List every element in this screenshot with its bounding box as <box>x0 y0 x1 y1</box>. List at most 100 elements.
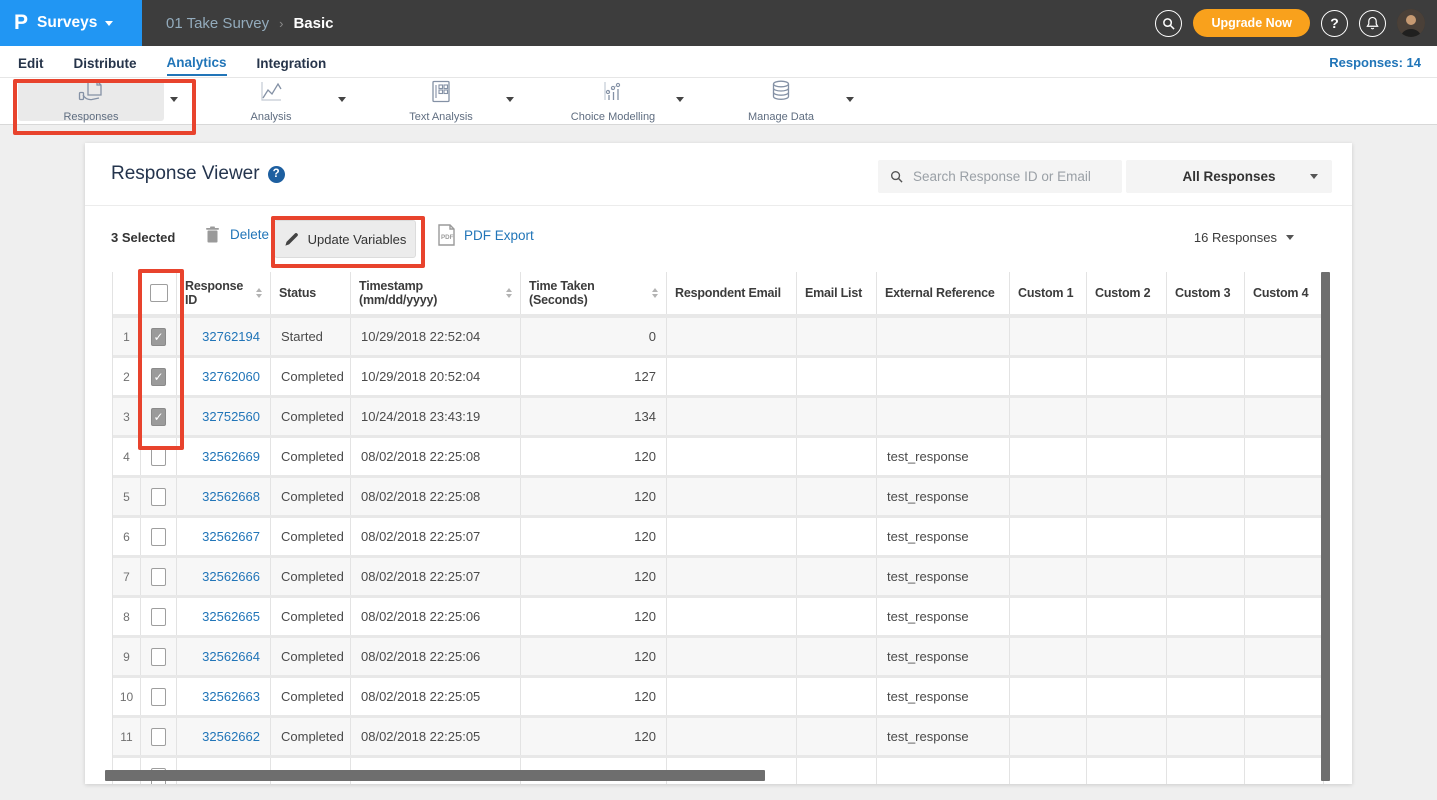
analysis-dropdown-caret[interactable] <box>338 97 346 102</box>
row-checkbox[interactable] <box>151 688 166 706</box>
column-header-response_id[interactable]: Response ID <box>177 272 271 314</box>
cell-respondent_email <box>667 478 797 515</box>
cell-response_id[interactable]: 32562668 <box>177 478 271 515</box>
responses-count: Responses: 14 <box>1329 46 1421 78</box>
search-icon[interactable] <box>1155 10 1182 37</box>
cell-response_id[interactable]: 32562666 <box>177 558 271 595</box>
cell-timestamp: 08/02/2018 22:25:07 <box>351 518 521 555</box>
cell-check: ✓ <box>141 358 177 395</box>
cell-response_id[interactable]: 32752560 <box>177 398 271 435</box>
cell-custom1 <box>1010 398 1087 435</box>
cell-status: Completed <box>271 438 351 475</box>
toolbar-group-text-analysis[interactable]: Text Analysis <box>368 81 514 121</box>
cell-custom1 <box>1010 718 1087 755</box>
toolbar-group-choice-modelling[interactable]: Choice Modelling <box>540 81 686 121</box>
toolbar-group-analysis[interactable]: Analysis <box>198 81 344 121</box>
cell-num: 4 <box>113 438 141 475</box>
row-checkbox[interactable]: ✓ <box>151 408 166 426</box>
cell-time_taken: 0 <box>521 318 667 355</box>
delete-button[interactable]: Delete <box>205 226 269 243</box>
help-icon[interactable]: ? <box>1321 10 1348 37</box>
nav-item-integration[interactable]: Integration <box>257 50 327 75</box>
upgrade-now-button[interactable]: Upgrade Now <box>1193 9 1310 37</box>
response-filter-dropdown[interactable]: All Responses <box>1126 160 1332 193</box>
table-row: 632562667Completed08/02/2018 22:25:07120… <box>113 518 1324 558</box>
cell-custom2 <box>1087 598 1167 635</box>
cell-respondent_email <box>667 398 797 435</box>
text-analysis-dropdown-caret[interactable] <box>506 97 514 102</box>
cell-num: 6 <box>113 518 141 555</box>
column-header-label: Response ID <box>185 279 250 307</box>
row-checkbox[interactable]: ✓ <box>151 368 166 386</box>
cell-external_reference: test_response <box>877 718 1010 755</box>
breadcrumb-current: Basic <box>293 15 333 32</box>
cell-response_id[interactable]: 32762194 <box>177 318 271 355</box>
horizontal-scrollbar[interactable] <box>105 770 765 781</box>
row-checkbox[interactable] <box>151 528 166 546</box>
cell-external_reference: test_response <box>877 478 1010 515</box>
cell-num: 7 <box>113 558 141 595</box>
response-search <box>878 160 1122 193</box>
cell-response_id[interactable]: 32562669 <box>177 438 271 475</box>
choice-modelling-dropdown-caret[interactable] <box>676 97 684 102</box>
vertical-scrollbar[interactable] <box>1321 272 1330 781</box>
nav-item-distribute[interactable]: Distribute <box>74 50 137 75</box>
sort-icon[interactable] <box>652 288 658 298</box>
row-checkbox[interactable] <box>151 488 166 506</box>
cell-custom3 <box>1167 678 1245 715</box>
cell-response_id[interactable]: 32762060 <box>177 358 271 395</box>
pencil-icon <box>284 232 299 247</box>
toolbar-group-responses[interactable]: Responses <box>18 81 164 121</box>
update-variables-button[interactable]: Update Variables <box>274 220 416 258</box>
cell-external_reference <box>877 758 1010 784</box>
responses-dropdown-caret[interactable] <box>170 97 178 102</box>
update-variables-label: Update Variables <box>308 232 407 247</box>
cell-respondent_email <box>667 318 797 355</box>
user-avatar[interactable] <box>1397 9 1425 37</box>
pdf-export-button[interactable]: PDF PDF Export <box>437 224 534 246</box>
cell-num: 8 <box>113 598 141 635</box>
column-header-time_taken[interactable]: Time Taken (Seconds) <box>521 272 667 314</box>
column-header-timestamp[interactable]: Timestamp (mm/dd/yyyy) <box>351 272 521 314</box>
manage-data-dropdown-caret[interactable] <box>846 97 854 102</box>
sort-icon[interactable] <box>256 288 262 298</box>
cell-custom1 <box>1010 438 1087 475</box>
toolbar-group-manage-data[interactable]: Manage Data <box>708 81 854 121</box>
cell-timestamp: 08/02/2018 22:25:07 <box>351 558 521 595</box>
cell-check <box>141 598 177 635</box>
column-header-external_reference: External Reference <box>877 272 1010 314</box>
row-checkbox[interactable]: ✓ <box>151 328 166 346</box>
product-menu[interactable]: P Surveys <box>0 0 142 46</box>
cell-respondent_email <box>667 358 797 395</box>
column-header-status: Status <box>271 272 351 314</box>
breadcrumb-survey-name[interactable]: 01 Take Survey <box>166 15 269 32</box>
cell-respondent_email <box>667 518 797 555</box>
row-checkbox[interactable] <box>151 608 166 626</box>
cell-response_id[interactable]: 32562663 <box>177 678 271 715</box>
row-checkbox[interactable] <box>151 448 166 466</box>
cell-response_id[interactable]: 32562667 <box>177 518 271 555</box>
sort-icon[interactable] <box>506 288 512 298</box>
cell-respondent_email <box>667 638 797 675</box>
cell-response_id[interactable]: 32562665 <box>177 598 271 635</box>
product-menu-label: Surveys <box>37 14 97 32</box>
cell-time_taken: 120 <box>521 638 667 675</box>
viewer-help-icon[interactable]: ? <box>268 166 285 183</box>
cell-email_list <box>797 718 877 755</box>
nav-item-edit[interactable]: Edit <box>18 50 44 75</box>
cell-response_id[interactable]: 32562662 <box>177 718 271 755</box>
select-all-checkbox[interactable] <box>150 284 168 302</box>
notifications-bell-icon[interactable] <box>1359 10 1386 37</box>
page-title: Response Viewer <box>111 163 260 185</box>
cell-response_id[interactable]: 32562664 <box>177 638 271 675</box>
cell-custom3 <box>1167 638 1245 675</box>
row-checkbox[interactable] <box>151 568 166 586</box>
row-checkbox[interactable] <box>151 648 166 666</box>
row-checkbox[interactable] <box>151 728 166 746</box>
responses-count-dropdown[interactable]: 16 Responses <box>1194 230 1294 245</box>
search-input[interactable] <box>911 168 1105 185</box>
cell-num: 1 <box>113 318 141 355</box>
cell-external_reference: test_response <box>877 438 1010 475</box>
nav-item-analytics[interactable]: Analytics <box>167 49 227 76</box>
questionpro-logo-icon: P <box>14 11 28 35</box>
